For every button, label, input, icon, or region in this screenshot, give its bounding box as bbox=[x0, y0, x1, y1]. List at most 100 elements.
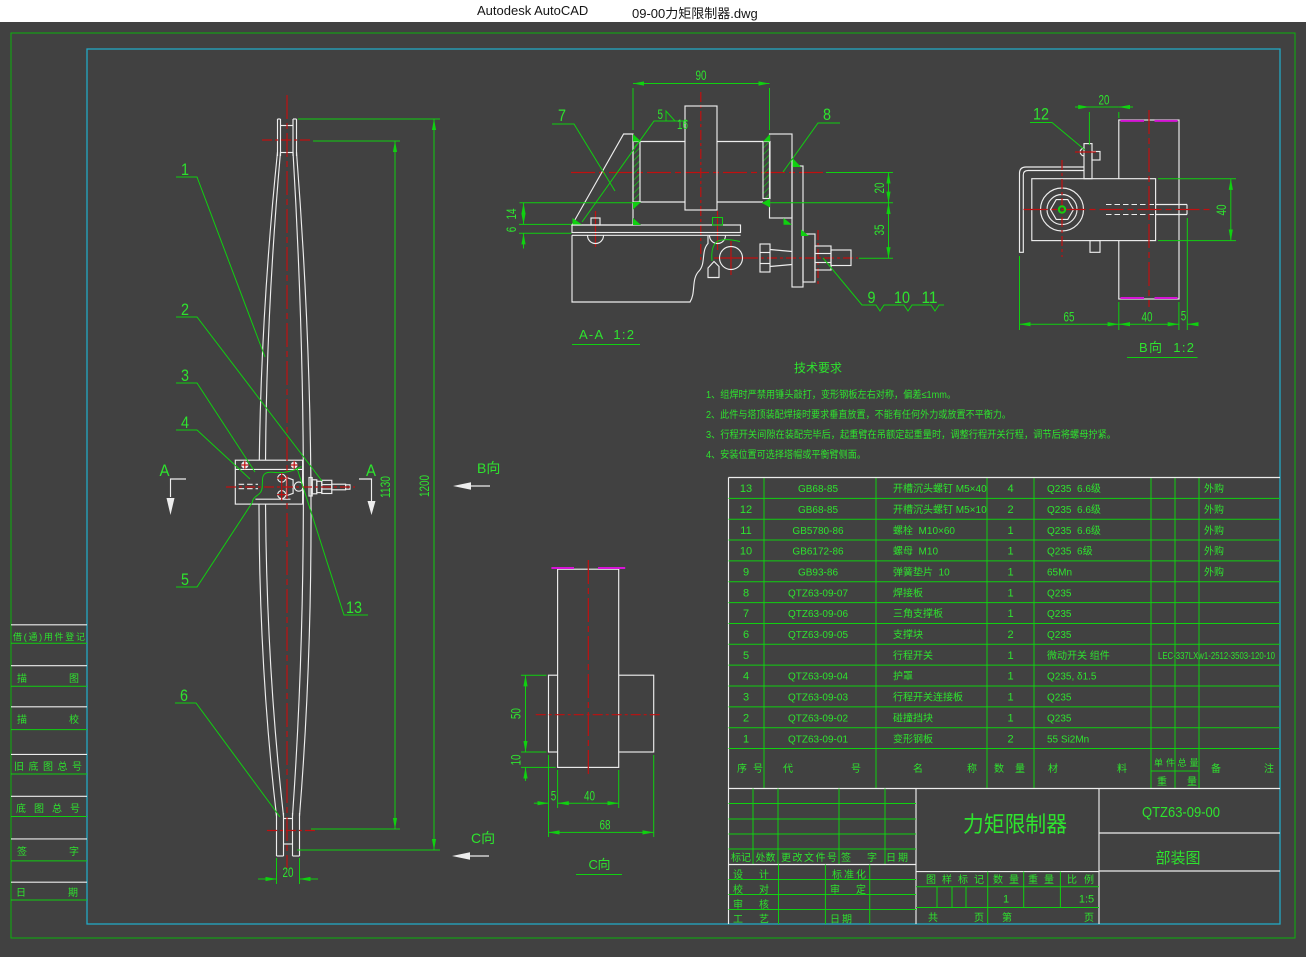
weld-length-text: 16 bbox=[677, 116, 688, 132]
bom-cell-seq: 9 bbox=[743, 566, 749, 578]
tech-req-line-1: 1、组焊时严禁用锤头敲打，变形钢板左右对称，偏差≤1mm。 bbox=[706, 388, 956, 401]
bom-cell-code: QTZ63-09-05 bbox=[788, 630, 848, 641]
bom-cell-material: Q235, δ1.5 bbox=[1047, 672, 1097, 683]
pages-total-unit: 页 bbox=[974, 912, 984, 924]
bom-rows: 13 GB68-85 开槽沉头螺钉 M5×40 4 Q235 6.6级 外购 1… bbox=[740, 482, 1275, 745]
bom-cell-code: QTZ63-09-04 bbox=[788, 672, 848, 683]
stamp-section: 图样标记 数量 重量 比例 1 1:5 共 页 第 页 bbox=[926, 873, 1094, 924]
pages-page-unit: 页 bbox=[1084, 912, 1094, 924]
bom-header-weight-left: 重 bbox=[1157, 775, 1167, 788]
bom-cell-code: QTZ63-09-02 bbox=[788, 713, 848, 724]
dim-40-b-bottom: 40 bbox=[1142, 309, 1153, 325]
balloon-9: 9 bbox=[868, 288, 876, 307]
balloon-7: 7 bbox=[558, 106, 566, 125]
bom-cell-code: QTZ63-09-06 bbox=[788, 609, 848, 620]
title-block: 标记 处数 更改文件号 签 字 日期 设计 标准化 校对 审定 审核 工艺 日期… bbox=[729, 789, 1281, 926]
dim-20-aa: 20 bbox=[871, 182, 887, 193]
bom-row: 9 GB93-86 弹簧垫片 10 1 65Mn 外购 bbox=[743, 565, 1224, 578]
bom-cell-name: 碰撞挡块 bbox=[893, 711, 933, 724]
pages-page-label: 第 bbox=[1002, 911, 1012, 924]
weld-size-text: 5 bbox=[658, 106, 664, 122]
tech-req-title: 技术要求 bbox=[794, 361, 842, 375]
bom-cell-qty: 1 bbox=[1007, 650, 1013, 662]
bom-cell-material: Q235 bbox=[1047, 630, 1072, 641]
bom-cell-name: 行程开关连接板 bbox=[893, 691, 963, 704]
bom-cell-name: 开槽沉头螺钉 M5×10 bbox=[893, 503, 987, 516]
dim-20-b: 20 bbox=[1099, 92, 1110, 108]
dim-1200: 1200 bbox=[416, 475, 432, 497]
dim-5-b: 5 bbox=[1181, 308, 1187, 324]
margin-label-tracing: 描图 bbox=[17, 672, 79, 685]
bom-cell-material: 55 Si2Mn bbox=[1047, 734, 1089, 745]
bom-cell-material: Q235 bbox=[1047, 713, 1072, 724]
bom-cell-code: QTZ63-09-03 bbox=[788, 693, 848, 704]
rev-doc-label: 更改文件号 bbox=[781, 851, 837, 864]
bom-cell-material: Q235 bbox=[1047, 693, 1072, 704]
switch-housing bbox=[235, 460, 350, 504]
balloon-4: 4 bbox=[181, 413, 189, 432]
bom-row: 5 行程开关 1 微动开关 组件 LEC-337LXw1-2512-3503-1… bbox=[743, 649, 1275, 662]
view-b-direction: 12 20 65 40 5 40 B向 1:2 bbox=[1020, 92, 1237, 358]
bom-cell-name: 螺栓 M10×60 bbox=[893, 524, 955, 537]
stamp-scale-label: 比例 bbox=[1067, 873, 1094, 886]
window-titlebar[interactable]: Autodesk AutoCAD 09-00力矩限制器.dwg bbox=[0, 0, 1306, 22]
bom-cell-material: 65Mn bbox=[1047, 567, 1072, 578]
view-b-title: B向 1:2 bbox=[1139, 340, 1194, 355]
bom-cell-code: GB6172-86 bbox=[792, 547, 844, 558]
bom-cell-qty: 1 bbox=[1007, 566, 1013, 578]
view-c-direction-label: C向 bbox=[471, 830, 495, 846]
bom-cell-name: 支撑块 bbox=[893, 628, 923, 641]
bom-row: 1 QTZ63-09-01 变形钢板 2 55 Si2Mn bbox=[743, 732, 1089, 745]
bom-cell-qty: 1 bbox=[1007, 525, 1013, 537]
main-assembly-view: 1 2 3 4 5 6 13 1130 1200 20 A A B向 C向 bbox=[160, 95, 501, 884]
tech-req-line-3: 3、行程开关间隙在装配完毕后，起重臂在吊额定起重量时，调整行程开关行程，调节后将… bbox=[706, 428, 1116, 441]
bom-cell-seq: 6 bbox=[743, 629, 749, 641]
bom-cell-material: Q235 6.6级 bbox=[1047, 483, 1101, 495]
bom-cell-qty: 1 bbox=[1007, 712, 1013, 724]
bom-header-total: 总量 bbox=[1178, 757, 1199, 768]
rev-sign-label: 签 字 bbox=[841, 851, 877, 864]
bom-cell-material: Q235 bbox=[1047, 609, 1072, 620]
c-title: C向 bbox=[576, 857, 622, 875]
c-geometry bbox=[549, 569, 654, 767]
bom-cell-remark: 外购 bbox=[1204, 565, 1224, 578]
rev-mark-label: 标记 bbox=[731, 852, 751, 864]
bom-cell-seq: 3 bbox=[743, 692, 749, 704]
bom-cell-name: 变形钢板 bbox=[893, 732, 933, 745]
bom-cell-name: 三角支撑板 bbox=[893, 607, 943, 620]
bom-cell-code: QTZ63-09-07 bbox=[788, 588, 848, 599]
b-balloon-12: 12 bbox=[1030, 105, 1085, 151]
view-c-direction: 50 10 5 40 68 C向 bbox=[508, 560, 662, 875]
bom-cell-qty: 2 bbox=[1007, 733, 1013, 745]
bom-cell-seq: 8 bbox=[743, 587, 749, 599]
drawing-canvas[interactable]: 1 2 3 4 5 6 13 1130 1200 20 A A B向 C向 bbox=[0, 0, 1306, 957]
bom-header-weight-right: 量 bbox=[1187, 776, 1197, 788]
role-labels: 设计 标准化 校对 审定 审核 工艺 日期 bbox=[733, 868, 866, 926]
bom-cell-name: 弹簧垫片 10 bbox=[893, 565, 950, 578]
pages-total-label: 共 bbox=[928, 912, 938, 924]
bom-cell-seq: 2 bbox=[743, 712, 749, 724]
section-a-right-label: A bbox=[366, 461, 377, 480]
stamp-weight-label: 重量 bbox=[1028, 873, 1054, 886]
margin-label-signature: 签字 bbox=[17, 845, 79, 858]
dim-65: 65 bbox=[1064, 309, 1075, 325]
bom-cell-qty: 4 bbox=[1007, 483, 1013, 495]
app-title: Autodesk AutoCAD bbox=[477, 3, 588, 18]
aa-balloons: 7 8 9 10 11 bbox=[552, 105, 944, 311]
bom-cell-name: 行程开关 bbox=[893, 649, 933, 662]
dim-1130: 1130 bbox=[377, 476, 393, 498]
bom-cell-code: QTZ63-09-01 bbox=[788, 734, 848, 745]
bom-row: 3 QTZ63-09-03 行程开关连接板 1 Q235 bbox=[743, 691, 1072, 704]
bom-cell-qty: 1 bbox=[1007, 692, 1013, 704]
rev-date-label: 日期 bbox=[886, 852, 908, 864]
bom-header-unit-piece: 单件 bbox=[1154, 757, 1175, 768]
bom-cell-qty: 1 bbox=[1007, 608, 1013, 620]
technical-requirements: 技术要求 1、组焊时严禁用锤头敲打，变形钢板左右对称，偏差≤1mm。 2、此件与… bbox=[706, 361, 1116, 461]
bom-cell-remark: 外购 bbox=[1204, 503, 1224, 516]
document-title: 09-00力矩限制器.dwg bbox=[632, 3, 758, 22]
dim-6: 6 bbox=[503, 227, 519, 233]
bom-cell-name: 螺母 M10 bbox=[893, 546, 938, 558]
balloon-10: 10 bbox=[894, 288, 910, 307]
balloon-3: 3 bbox=[181, 366, 189, 385]
bom-header-name: 名称 bbox=[913, 762, 977, 775]
